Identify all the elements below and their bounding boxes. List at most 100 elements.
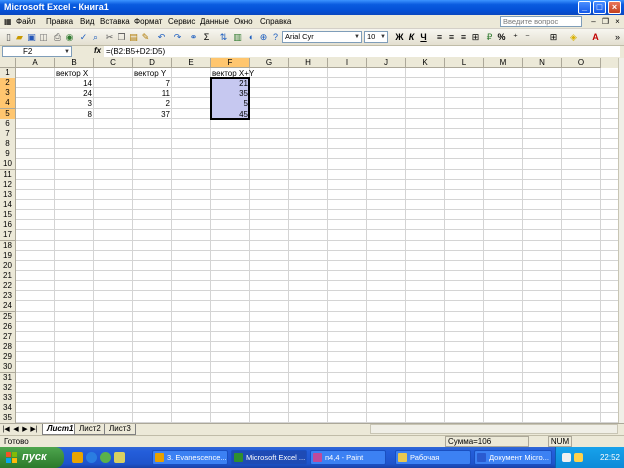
decrease-decimal-icon[interactable]: ⁻ [522,32,533,43]
preview-icon[interactable]: ◉ [64,32,75,43]
borders-icon[interactable]: ⊞ [548,32,559,43]
language-icon[interactable] [562,453,571,462]
drawing-icon[interactable]: ◐ [246,32,257,43]
help-icon[interactable]: ? [270,32,281,43]
currency-icon[interactable]: ₽ [484,32,495,43]
tab-sheet1[interactable]: Лист1 [42,424,79,435]
column-header-g[interactable]: G [250,58,289,68]
column-header-k[interactable]: K [406,58,445,68]
fill-color-icon[interactable]: ◈ [568,32,579,43]
column-header-i[interactable]: I [328,58,367,68]
sort-ascending-icon[interactable]: ⇅ [218,32,229,43]
insert-function-button[interactable]: fx [94,46,101,55]
start-button[interactable]: пуск [0,447,64,468]
doc-close-button[interactable]: × [612,17,623,27]
column-header-n[interactable]: N [523,58,562,68]
vertical-scrollbar[interactable] [618,58,624,423]
column-header-h[interactable]: H [289,58,328,68]
paste-icon[interactable]: ▤ [128,32,139,43]
column-header-o[interactable]: O [562,58,601,68]
autosum-button[interactable]: Σ [201,32,212,43]
underline-button[interactable]: Ч [418,32,429,43]
task-paint[interactable]: п4,4 - Paint [310,450,386,465]
menu-help[interactable]: Справка [260,17,291,26]
task-word[interactable]: Документ Micro... [474,450,552,465]
column-header-m[interactable]: M [484,58,523,68]
column-header-c[interactable]: C [94,58,133,68]
spelling-icon[interactable]: ✓ [78,32,89,43]
quicklaunch-ie-icon[interactable] [86,452,97,463]
row-header-35[interactable]: 35 [0,413,16,423]
merge-center-icon[interactable]: ⊞ [470,32,481,43]
excel-app-icon[interactable]: ▦ [4,17,12,26]
align-center-icon[interactable]: ≡ [446,32,457,43]
quicklaunch-media-icon[interactable] [72,452,83,463]
column-header-j[interactable]: J [367,58,406,68]
quicklaunch-desktop-icon[interactable] [100,452,111,463]
new-icon[interactable]: ▯ [3,32,14,43]
cut-icon[interactable]: ✂ [104,32,115,43]
quicklaunch-folder-icon[interactable] [114,452,125,463]
task-folder[interactable]: Рабочая [395,450,471,465]
toolbar-options-icon[interactable]: » [612,32,623,43]
permission-icon[interactable]: ◫ [38,32,49,43]
increase-decimal-icon[interactable]: ⁺ [510,32,521,43]
italic-button[interactable]: К [406,32,417,43]
horizontal-scrollbar[interactable] [370,424,618,434]
column-header-b[interactable]: B [55,58,94,68]
redo-icon[interactable]: ↷ [172,32,183,43]
bold-button[interactable]: Ж [394,32,405,43]
last-sheet-icon[interactable]: ▶| [30,425,38,434]
menu-format[interactable]: Формат [134,17,162,26]
menu-data[interactable]: Данные [200,17,229,26]
prev-sheet-icon[interactable]: ◀ [12,425,20,434]
menu-window[interactable]: Окно [234,17,253,26]
font-size-select[interactable]: 10 ▼ [364,31,388,43]
align-right-icon[interactable]: ≡ [458,32,469,43]
formula-input[interactable]: =(B2:B5+D2:D5) [104,46,620,57]
tab-sheet3[interactable]: Лист3 [104,424,136,435]
column-header-l[interactable]: L [445,58,484,68]
print-icon[interactable]: ⎙ [52,32,63,43]
doc-restore-button[interactable]: ❐ [600,17,611,27]
first-sheet-icon[interactable]: |◀ [2,425,10,434]
hyperlink-icon[interactable]: ⚭ [188,32,199,43]
open-icon[interactable]: ▰ [14,32,25,43]
cell-d5[interactable]: 37 [133,109,171,120]
volume-icon[interactable] [574,453,583,462]
align-left-icon[interactable]: ≡ [434,32,445,43]
name-box[interactable]: F2 ▼ [2,46,72,57]
font-name-select[interactable]: Arial Cyr ▼ [282,31,362,43]
column-header-f[interactable]: F [211,58,250,68]
task-excel[interactable]: Microsoft Excel ... [231,450,307,465]
worksheet-grid[interactable]: ABCDEFGHIJKLMNO 1 2 3 4 5 6 7 8 9 10 11 12 13 14 15 16 1… [0,58,618,423]
format-painter-icon[interactable]: ✎ [140,32,151,43]
font-color-icon[interactable]: A [590,32,601,43]
menu-edit[interactable]: Правка [46,17,73,26]
tab-sheet2[interactable]: Лист2 [74,424,106,435]
menu-file[interactable]: Файл [16,17,36,26]
title-bar[interactable]: Microsoft Excel - Книга1 _ □ × [0,0,624,15]
menu-insert[interactable]: Вставка [100,17,130,26]
zoom-icon[interactable]: ⊕ [258,32,269,43]
task-evanescence[interactable]: 3. Evanescence... [152,450,228,465]
research-icon[interactable]: ⌕ [90,32,101,43]
maximize-button[interactable]: □ [593,1,606,14]
menu-tools[interactable]: Сервис [168,17,195,26]
chart-wizard-icon[interactable]: ▥ [232,32,243,43]
select-all-corner[interactable] [0,58,16,68]
close-button[interactable]: × [608,1,621,14]
undo-icon[interactable]: ↶ [156,32,167,43]
column-header-d[interactable]: D [133,58,172,68]
help-search-input[interactable]: Введите вопрос [500,16,582,27]
minimize-button[interactable]: _ [578,1,591,14]
cell-b5[interactable]: 8 [55,109,93,120]
save-icon[interactable]: ▣ [26,32,37,43]
menu-view[interactable]: Вид [80,17,94,26]
copy-icon[interactable]: ❐ [116,32,127,43]
next-sheet-icon[interactable]: ▶ [21,425,29,434]
percent-button[interactable]: % [496,32,507,43]
column-header-a[interactable]: A [16,58,55,68]
doc-minimize-button[interactable]: – [588,17,599,27]
column-header-e[interactable]: E [172,58,211,68]
